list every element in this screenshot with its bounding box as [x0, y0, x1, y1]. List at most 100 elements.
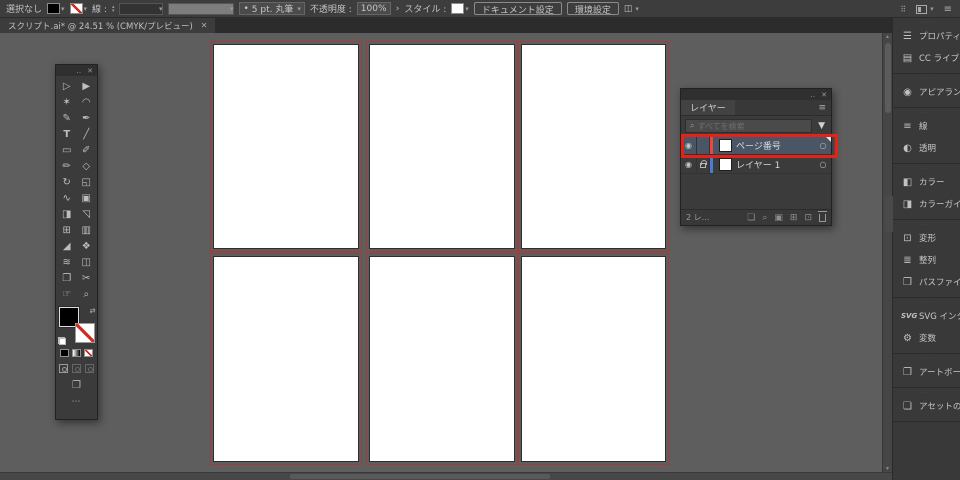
pencil-tool[interactable]: ✏: [57, 158, 77, 174]
rectangle-tool[interactable]: ▭: [57, 142, 77, 158]
stroke-color-dropdown[interactable]: ▾: [69, 3, 87, 14]
vertical-scroll-thumb[interactable]: [885, 43, 891, 113]
panel-drag-dots-icon[interactable]: ‥: [76, 67, 81, 75]
blend-tool[interactable]: ❖: [77, 238, 97, 254]
dock-item-color-guide[interactable]: ◨ カラーガイド: [893, 193, 960, 215]
color-paint-icon[interactable]: [60, 349, 69, 357]
eyedropper-tool[interactable]: ◢: [57, 238, 77, 254]
clipping-mask-icon[interactable]: ▣: [774, 213, 783, 223]
vertical-scrollbar[interactable]: ▴ ▾: [882, 33, 892, 472]
layer-name[interactable]: ページ番号: [736, 139, 815, 152]
shape-builder-tool[interactable]: ◨: [57, 206, 77, 222]
visibility-eye-icon[interactable]: ◉: [681, 136, 697, 154]
lock-toggle[interactable]: [697, 136, 710, 154]
dock-item-transparency[interactable]: ◐ 透明: [893, 137, 960, 159]
draw-inside-icon[interactable]: [85, 364, 94, 373]
perspective-grid-tool[interactable]: ◹: [77, 206, 97, 222]
brush-definition-dropdown[interactable]: • 5 pt. 丸筆 ▾: [239, 2, 305, 15]
dock-item-asset-export[interactable]: ❏ アセットの...: [893, 395, 960, 417]
new-sublayer-icon[interactable]: ⊞: [790, 213, 798, 223]
dock-item-color[interactable]: ◧ カラー: [893, 171, 960, 193]
swap-fill-stroke-icon[interactable]: ⇄: [90, 307, 96, 315]
close-icon[interactable]: ✕: [87, 67, 93, 75]
search-box[interactable]: ⌕: [685, 119, 813, 133]
document-setup-button[interactable]: ドキュメント設定: [473, 2, 562, 16]
stepper-down-icon[interactable]: ▾: [112, 8, 115, 13]
none-paint-icon[interactable]: [84, 349, 93, 357]
dock-item-stroke[interactable]: ≡ 線: [893, 115, 960, 137]
dock-item-cc-libraries[interactable]: ▤ CC ライブラリ: [893, 47, 960, 69]
dock-item-properties[interactable]: ☰ プロパティ: [893, 25, 960, 47]
preferences-button[interactable]: 環境設定: [566, 2, 619, 16]
scroll-up-icon[interactable]: ▴: [886, 33, 889, 40]
artboard-2[interactable]: [366, 41, 518, 252]
opacity-field[interactable]: 100%: [356, 2, 391, 15]
rotate-tool[interactable]: ↻: [57, 174, 77, 190]
layer-row-page-number[interactable]: ◉ ページ番号 ○: [681, 136, 831, 155]
more-options-dropdown[interactable]: ◫ ▾: [624, 4, 639, 14]
free-transform-tool[interactable]: ▣: [77, 190, 97, 206]
line-segment-tool[interactable]: ╱: [77, 126, 97, 142]
gradient-paint-icon[interactable]: [72, 349, 81, 357]
mesh-tool[interactable]: ⊞: [57, 222, 77, 238]
stroke-weight-stepper[interactable]: ▴ ▾: [112, 4, 115, 13]
selection-tool[interactable]: ▷: [57, 78, 77, 94]
dock-item-align[interactable]: ≣ 整列: [893, 249, 960, 271]
draw-normal-icon[interactable]: [59, 364, 68, 373]
symbol-sprayer-tool[interactable]: ≋: [57, 254, 77, 270]
dock-item-pathfinder[interactable]: ❒ パスファイン...: [893, 271, 960, 293]
dock-item-svg-interactivity[interactable]: SVG SVG インタ...: [893, 305, 960, 327]
filter-icon[interactable]: ▼: [816, 121, 827, 131]
stroke-weight-dropdown[interactable]: ▾: [119, 2, 164, 15]
pen-tool[interactable]: ✒: [77, 110, 97, 126]
curvature-tool[interactable]: ✎: [57, 110, 77, 126]
visibility-eye-icon[interactable]: ◉: [681, 155, 697, 173]
workspace-switcher[interactable]: ▾: [916, 4, 934, 14]
stroke-none-swatch[interactable]: [69, 3, 83, 14]
layer-name[interactable]: レイヤー 1: [736, 158, 815, 171]
dock-item-transform[interactable]: ⊡ 変形: [893, 227, 960, 249]
artboard-4[interactable]: [210, 253, 362, 465]
artboard-tool[interactable]: ❐: [57, 270, 77, 286]
artboard-1[interactable]: [210, 41, 362, 252]
menu-icon[interactable]: ≡: [944, 4, 952, 15]
draw-behind-icon[interactable]: [72, 364, 81, 373]
artboard-3[interactable]: [518, 41, 669, 252]
edit-toolbar-icon[interactable]: ⋯: [56, 397, 97, 407]
magic-wand-tool[interactable]: ✶: [57, 94, 77, 110]
close-icon[interactable]: ✕: [821, 91, 827, 99]
scale-tool[interactable]: ◱: [77, 174, 97, 190]
layer-thumbnail[interactable]: [719, 157, 732, 171]
fill-color-swatch[interactable]: [47, 3, 61, 14]
artboard-5[interactable]: [366, 253, 518, 465]
lock-toggle[interactable]: [697, 155, 710, 173]
width-profile-dropdown[interactable]: ▾: [168, 2, 235, 15]
arrange-documents-icon[interactable]: ⠿: [900, 5, 906, 14]
dock-item-variables[interactable]: ⚙ 変数: [893, 327, 960, 349]
collect-for-export-icon[interactable]: ❏: [747, 213, 755, 223]
eraser-tool[interactable]: ◇: [77, 158, 97, 174]
layer-row-layer-1[interactable]: ◉ レイヤー 1 ○: [681, 155, 831, 174]
direct-selection-tool[interactable]: ▶: [77, 78, 97, 94]
horizontal-scroll-thumb[interactable]: [290, 474, 550, 479]
hand-tool[interactable]: ☞: [57, 286, 77, 302]
locate-object-icon[interactable]: ⌕: [762, 213, 767, 223]
dock-collapse-handle[interactable]: [885, 196, 893, 232]
type-tool[interactable]: T: [57, 126, 77, 142]
delete-layer-icon[interactable]: [818, 210, 827, 222]
paintbrush-tool[interactable]: ✐: [77, 142, 97, 158]
width-tool[interactable]: ∿: [57, 190, 77, 206]
panel-menu-icon[interactable]: ≡: [813, 103, 831, 113]
scroll-down-icon[interactable]: ▾: [886, 465, 889, 472]
document-tab[interactable]: スクリプト.ai* @ 24.51 % (CMYK/プレビュー) ✕: [0, 18, 216, 33]
close-icon[interactable]: ✕: [201, 21, 208, 30]
fill-color-dropdown[interactable]: ▾: [47, 3, 65, 14]
horizontal-scrollbar[interactable]: [0, 472, 892, 480]
target-circle-icon[interactable]: ○: [815, 160, 831, 169]
search-input[interactable]: [697, 121, 808, 131]
new-layer-icon[interactable]: ⊡: [804, 213, 812, 223]
style-dropdown[interactable]: ▾: [451, 3, 469, 14]
zoom-tool[interactable]: ⌕: [77, 286, 97, 302]
layer-thumbnail[interactable]: [719, 138, 732, 152]
change-screen-mode-icon[interactable]: ❐: [56, 380, 97, 391]
